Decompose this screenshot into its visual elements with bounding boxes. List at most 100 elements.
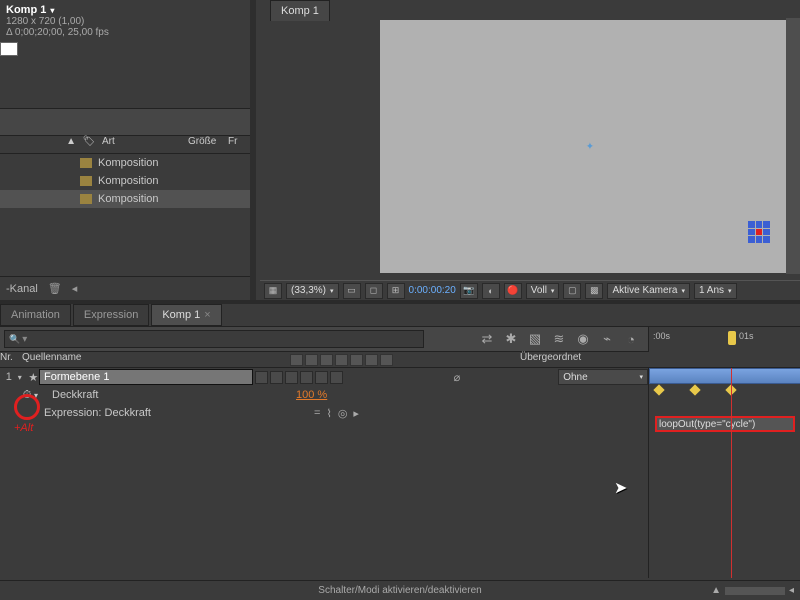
- switch[interactable]: [330, 371, 343, 384]
- list-item[interactable]: Komposition: [0, 172, 250, 190]
- solo-icon[interactable]: [320, 354, 333, 366]
- brainstorm-icon[interactable]: ◉: [574, 330, 592, 348]
- keyframe-icon[interactable]: [689, 384, 700, 395]
- switch[interactable]: [270, 371, 283, 384]
- timeline-tabs: Animation Expression Komp 1×: [0, 304, 800, 326]
- timeline-footer: Schalter/Modi aktivieren/deaktivieren ▲ …: [0, 580, 800, 600]
- col-switches: [290, 352, 516, 367]
- shape-layer-handles[interactable]: [748, 221, 770, 243]
- viewer-scrollbar[interactable]: [786, 18, 800, 274]
- list-item[interactable]: Komposition: [0, 190, 250, 208]
- current-time-indicator[interactable]: [725, 327, 737, 353]
- timeline-track-area[interactable]: loopOut(type="cycle"): [648, 368, 800, 578]
- sort-arrow-icon[interactable]: ▲: [0, 136, 80, 153]
- timeline-ruler[interactable]: :00s 01s: [648, 327, 800, 353]
- expr-pickwhip-icon[interactable]: ◎: [338, 407, 348, 420]
- comp-icon: [80, 194, 92, 204]
- project-filter-bar[interactable]: [0, 108, 250, 136]
- composition-viewport[interactable]: ✦: [380, 20, 800, 273]
- project-footer: -Kanal 🗑 ◂: [0, 276, 250, 300]
- tab-expression[interactable]: Expression: [73, 304, 149, 326]
- 3d-icon[interactable]: [380, 354, 393, 366]
- switch[interactable]: [300, 371, 313, 384]
- keyframe-icon[interactable]: [653, 384, 664, 395]
- zoom-slider[interactable]: [725, 587, 785, 595]
- expression-text-field[interactable]: loopOut(type="cycle"): [655, 416, 795, 432]
- comp-dimensions: 1280 x 720 (1,00): [6, 16, 244, 27]
- property-value[interactable]: 100 %: [296, 389, 327, 401]
- panel-divider[interactable]: [250, 0, 256, 300]
- zoom-dropdown[interactable]: (33,3%): [286, 283, 339, 299]
- shy-icon[interactable]: [290, 354, 303, 366]
- draft3d-icon[interactable]: ✱: [502, 330, 520, 348]
- frame-blend-icon[interactable]: ▧: [526, 330, 544, 348]
- shape-layer-icon: ★: [28, 371, 39, 384]
- layer-name-field[interactable]: Formebene 1: [39, 369, 253, 385]
- layer-duration-bar[interactable]: [649, 368, 800, 384]
- project-list-header[interactable]: ▲ 🏷 Art Größe Fr: [0, 136, 250, 154]
- col-fr[interactable]: Fr: [228, 136, 250, 153]
- transparency-icon[interactable]: ▩: [585, 283, 603, 299]
- col-size[interactable]: Größe: [188, 136, 228, 153]
- project-list: ▲ 🏷 Art Größe Fr Komposition Komposition…: [0, 136, 250, 276]
- tab-komp1[interactable]: Komp 1×: [151, 304, 221, 326]
- graph-editor-icon[interactable]: ⌁: [598, 330, 616, 348]
- expr-menu-icon[interactable]: ▸: [353, 407, 359, 420]
- grid-icon[interactable]: ▦: [264, 283, 282, 299]
- fx-icon[interactable]: [305, 354, 318, 366]
- quality-icon[interactable]: [365, 354, 378, 366]
- comp-thumbnail: [0, 42, 18, 56]
- autokeyframe-icon[interactable]: ◔: [622, 330, 640, 348]
- anchor-point-icon: ✦: [586, 141, 594, 152]
- timeline-zoom[interactable]: ▲ ◂: [711, 585, 794, 596]
- twirl-down-icon[interactable]: ▾: [18, 373, 29, 382]
- col-parent: Übergeordnet: [516, 352, 646, 367]
- switch[interactable]: [255, 371, 268, 384]
- pickwhip-icon[interactable]: ⌀: [454, 372, 461, 384]
- tab-animation[interactable]: Animation: [0, 304, 71, 326]
- comp-title[interactable]: Komp 1: [6, 4, 244, 16]
- zoom-out-icon[interactable]: ▲: [711, 585, 721, 596]
- camera-dropdown[interactable]: Aktive Kamera: [607, 283, 690, 299]
- property-name: Deckkraft: [46, 389, 296, 401]
- comp-timecode-fps: Δ 0;00;20;00, 25,00 fps: [6, 27, 244, 38]
- roi-icon[interactable]: ▢: [563, 283, 581, 299]
- lock-icon[interactable]: [335, 354, 348, 366]
- trash-icon[interactable]: 🗑: [48, 282, 62, 295]
- motion-blur-icon[interactable]: ≋: [550, 330, 568, 348]
- comp-flowchart-icon[interactable]: ⇄: [478, 330, 496, 348]
- layer-row[interactable]: 1 ▾ ★ Formebene 1 ⌀ Ohne: [0, 368, 648, 386]
- current-time[interactable]: 0:00:00:20: [409, 285, 456, 296]
- aspect-icon[interactable]: ▭: [343, 283, 361, 299]
- views-dropdown[interactable]: 1 Ans: [694, 283, 737, 299]
- col-source: Quellenname: [20, 352, 290, 367]
- zoom-in-icon[interactable]: ◂: [789, 585, 794, 596]
- color-icon[interactable]: 🔴: [504, 283, 522, 299]
- expr-enable-icon[interactable]: =: [314, 407, 320, 420]
- switch[interactable]: [285, 371, 298, 384]
- close-icon[interactable]: ×: [204, 309, 210, 321]
- viewer-toolbar: ▦ (33,3%) ▭ ◻ ⊞ 0:00:00:20 📷 ◐ 🔴 Voll ▢ …: [260, 280, 800, 300]
- timeline-search-input[interactable]: ▾: [4, 330, 424, 348]
- expr-graph-icon[interactable]: ⌇: [326, 407, 331, 420]
- safe-icon[interactable]: ⊞: [387, 283, 405, 299]
- viewer-tab[interactable]: Komp 1: [270, 0, 330, 21]
- switch[interactable]: [315, 371, 328, 384]
- label-icon[interactable]: [350, 354, 363, 366]
- list-item[interactable]: Komposition: [0, 154, 250, 172]
- viewer-panel: Komp 1 ✦: [260, 0, 800, 300]
- tag-icon[interactable]: 🏷: [80, 136, 98, 153]
- col-name[interactable]: Art: [98, 136, 188, 153]
- stopwatch-icon[interactable]: ⏱: [20, 388, 34, 402]
- mask-icon[interactable]: ◻: [365, 283, 383, 299]
- snapshot-icon[interactable]: 📷: [460, 283, 478, 299]
- resolution-dropdown[interactable]: Voll: [526, 283, 560, 299]
- parent-dropdown[interactable]: Ohne: [558, 369, 648, 385]
- cti-line[interactable]: [731, 368, 732, 578]
- comp-icon: [80, 176, 92, 186]
- prev-icon[interactable]: ◂: [72, 282, 78, 295]
- channel-icon[interactable]: ◐: [482, 283, 500, 299]
- switches-toggle[interactable]: Schalter/Modi aktivieren/deaktivieren: [318, 585, 481, 596]
- property-row[interactable]: ⏱ ▾ Deckkraft 100 %: [0, 386, 648, 404]
- twirl-icon[interactable]: ▾: [34, 391, 46, 400]
